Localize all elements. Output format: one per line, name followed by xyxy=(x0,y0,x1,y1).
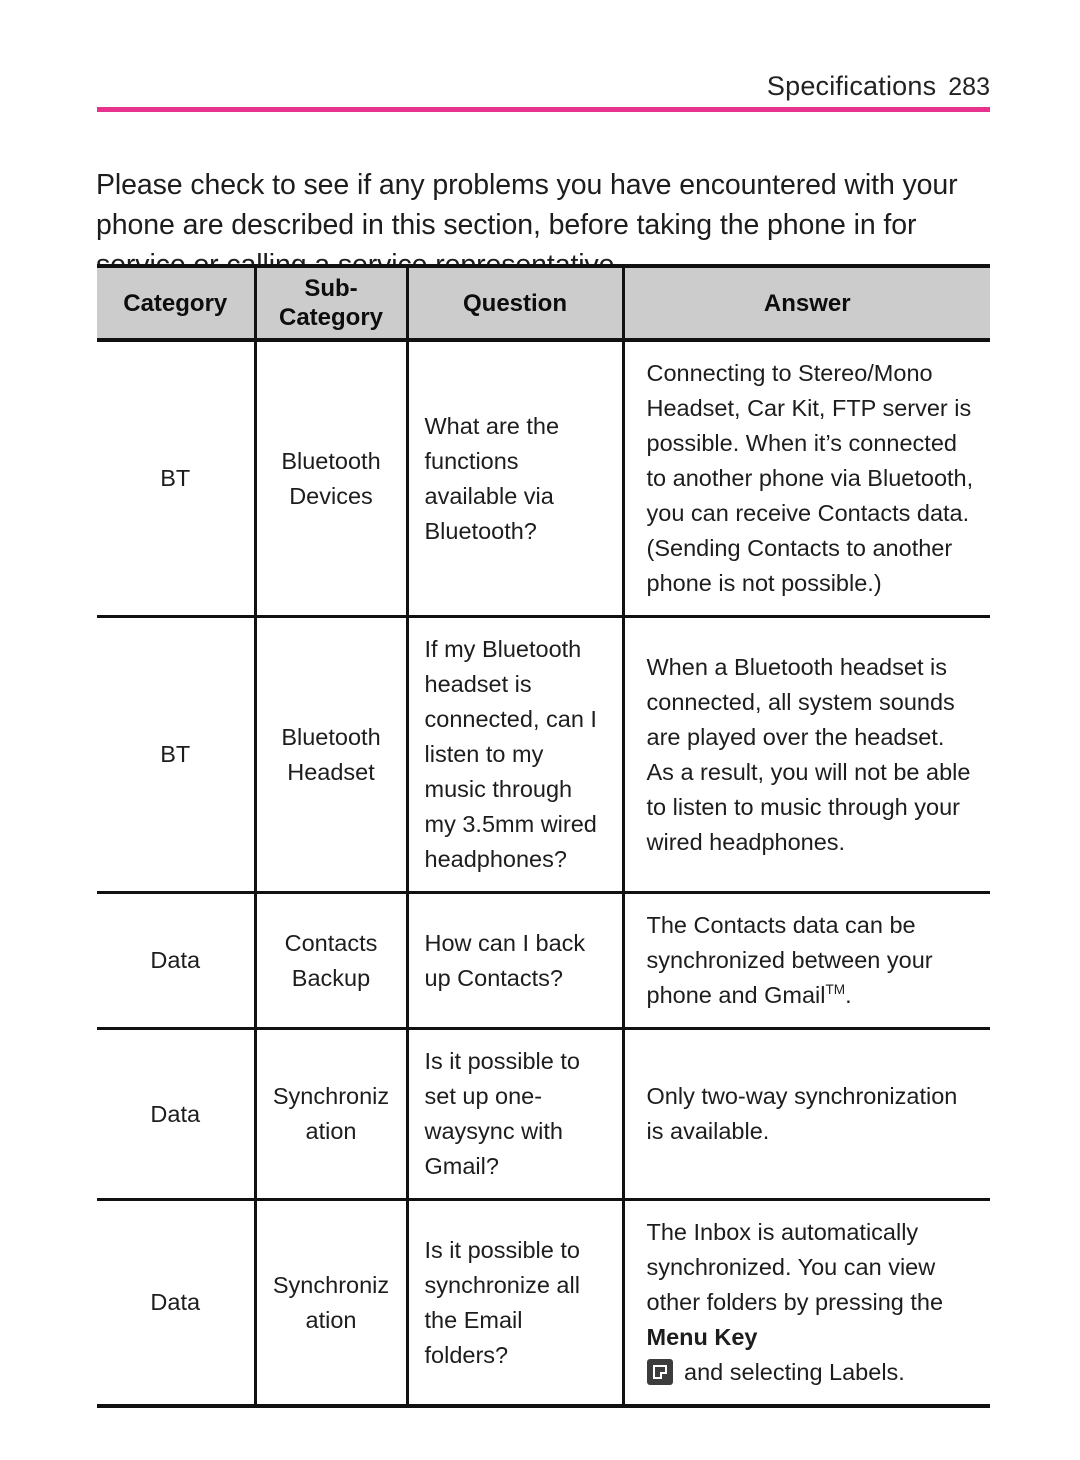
page-number: 283 xyxy=(948,73,990,101)
cell-question-text: Is it possible to set up one- waysync wi… xyxy=(424,1048,580,1179)
cell-category-text: BT xyxy=(160,741,191,767)
cell-question: Is it possible to synchronize all the Em… xyxy=(405,1199,625,1408)
table-row: BT Bluetooth Devices What are the functi… xyxy=(97,340,990,618)
cell-category: Data xyxy=(97,892,257,1030)
cell-answer: When a Bluetooth headset is connected, a… xyxy=(621,616,990,894)
cell-answer-text: When a Bluetooth headset is connected, a… xyxy=(646,653,971,855)
cell-answer: The Inbox is automatically synchronized.… xyxy=(621,1199,991,1408)
header-text-group: Specifications 283 xyxy=(767,71,990,102)
sub-category-label-line2: Category xyxy=(278,304,384,331)
cell-sub-category: Bluetooth Devices xyxy=(253,340,409,618)
manual-page: Specifications 283 Please check to see i… xyxy=(0,0,1080,1460)
menu-key-icon xyxy=(646,1359,673,1385)
cell-question-text: Is it possible to synchronize all the Em… xyxy=(424,1236,580,1368)
cell-answer: Only two-way synchronization is availabl… xyxy=(621,1028,990,1201)
cell-question-text: If my Bluetooth headset is connected, ca… xyxy=(424,636,597,872)
table-header-row: Category Sub- Category Question Answer xyxy=(97,264,990,342)
cell-question: How can I back up Contacts? xyxy=(405,892,625,1030)
cell-category-text: BT xyxy=(160,465,191,491)
cell-sub-category-text: Synchroniz ation xyxy=(272,1083,390,1144)
cell-category: Data xyxy=(97,1028,257,1201)
cell-question-text: How can I back up Contacts? xyxy=(424,929,586,991)
answer-suffix-text: and selecting Labels. xyxy=(677,1359,905,1385)
answer-bold-text: Menu Key xyxy=(646,1324,758,1350)
column-header-answer: Answer xyxy=(621,264,990,342)
cell-sub-category: Bluetooth Headset xyxy=(253,616,409,894)
cell-sub-category: Contacts Backup xyxy=(253,892,409,1030)
cell-answer-text: Connecting to Stereo/Mono Headset, Car K… xyxy=(646,360,974,596)
cell-answer-rich: The Contacts data can be synchronized be… xyxy=(625,894,991,1027)
cell-sub-category: Synchroniz ation xyxy=(253,1028,409,1201)
cell-answer-rich: The Inbox is automatically synchronized.… xyxy=(625,1201,991,1404)
faq-table: Category Sub- Category Question Answer B… xyxy=(97,264,990,1408)
cell-category: BT xyxy=(97,616,257,894)
table-body: BT Bluetooth Devices What are the functi… xyxy=(97,340,991,1408)
column-header-sub-category: Sub- Category xyxy=(253,264,409,342)
cell-sub-category-text: Bluetooth Headset xyxy=(281,723,381,785)
cell-sub-category: Synchroniz ation xyxy=(253,1199,409,1408)
cell-question: What are the functions available via Blu… xyxy=(405,340,625,618)
cell-question-text: What are the functions available via Blu… xyxy=(424,412,560,544)
sub-category-label-line1: Sub- xyxy=(304,275,358,302)
cell-category-text: Data xyxy=(150,1100,201,1127)
cell-sub-category-text: Contacts Backup xyxy=(284,929,378,991)
page-title: Specifications xyxy=(766,71,937,101)
cell-sub-category-text: Synchroniz ation xyxy=(272,1271,390,1333)
table-row: Data Synchroniz ation Is it possible to … xyxy=(97,1028,990,1201)
answer-prefix-text: The Contacts data can be synchronized be… xyxy=(646,912,933,1008)
cell-answer-text: Only two-way synchronization is availabl… xyxy=(646,1083,958,1144)
cell-category: Data xyxy=(97,1199,257,1408)
cell-sub-category-text: Bluetooth Devices xyxy=(281,447,381,509)
cell-category: BT xyxy=(97,340,257,618)
table-row: Data Contacts Backup How can I back up C… xyxy=(97,892,991,1030)
column-header-category: Category xyxy=(97,264,257,342)
cell-category-text: Data xyxy=(150,947,201,973)
cell-category-text: Data xyxy=(150,1289,201,1315)
cell-question: If my Bluetooth headset is connected, ca… xyxy=(405,616,625,894)
page-header: Specifications 283 xyxy=(97,62,990,112)
column-header-question: Question xyxy=(405,264,625,342)
header-accent-rule xyxy=(97,107,990,112)
answer-prefix-text: The Inbox is automatically synchronized.… xyxy=(646,1219,944,1315)
cell-question: Is it possible to set up one- waysync wi… xyxy=(405,1028,625,1201)
table-row: Data Synchroniz ation Is it possible to … xyxy=(97,1199,991,1408)
cell-answer: Connecting to Stereo/Mono Headset, Car K… xyxy=(621,340,990,618)
cell-answer: The Contacts data can be synchronized be… xyxy=(621,892,991,1030)
table-row: BT Bluetooth Headset If my Bluetooth hea… xyxy=(97,616,990,894)
answer-suffix-text: . xyxy=(845,982,852,1008)
trademark-superscript: TM xyxy=(825,982,846,998)
table-header: Category Sub- Category Question Answer xyxy=(97,264,990,342)
